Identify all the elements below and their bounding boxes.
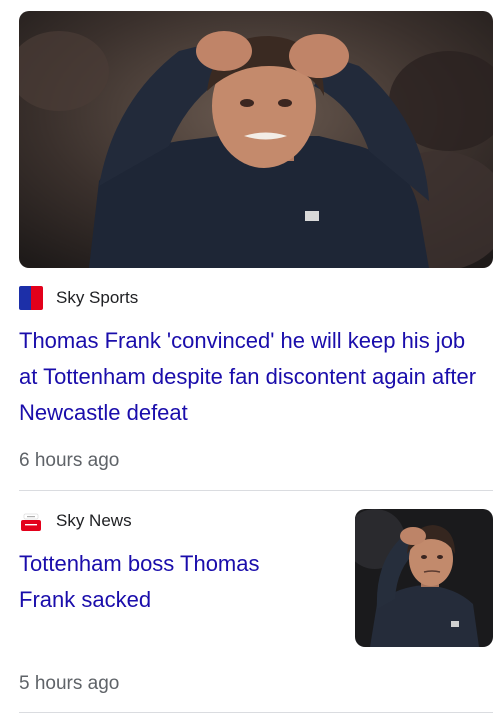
article-2-source[interactable]: Sky News [19,509,132,533]
divider [19,712,493,713]
article-1-image[interactable] [19,11,493,268]
manager-photo [19,11,493,268]
manager-thumbnail-photo [355,509,493,647]
article-1-timestamp: 6 hours ago [19,450,120,471]
article-1-source[interactable]: Sky Sports [19,286,138,310]
article-2-headline[interactable]: Tottenham boss Thomas Frank sacked [19,546,319,618]
source-name: Sky Sports [56,288,139,307]
divider [19,490,493,491]
article-2-timestamp: 5 hours ago [19,673,120,694]
sky-sports-logo [19,286,43,310]
article-1-headline[interactable]: Thomas Frank 'convinced' he will keep hi… [19,323,489,431]
sky-news-logo [19,509,43,533]
source-name: Sky News [56,511,132,530]
article-2-thumbnail[interactable] [355,509,493,647]
